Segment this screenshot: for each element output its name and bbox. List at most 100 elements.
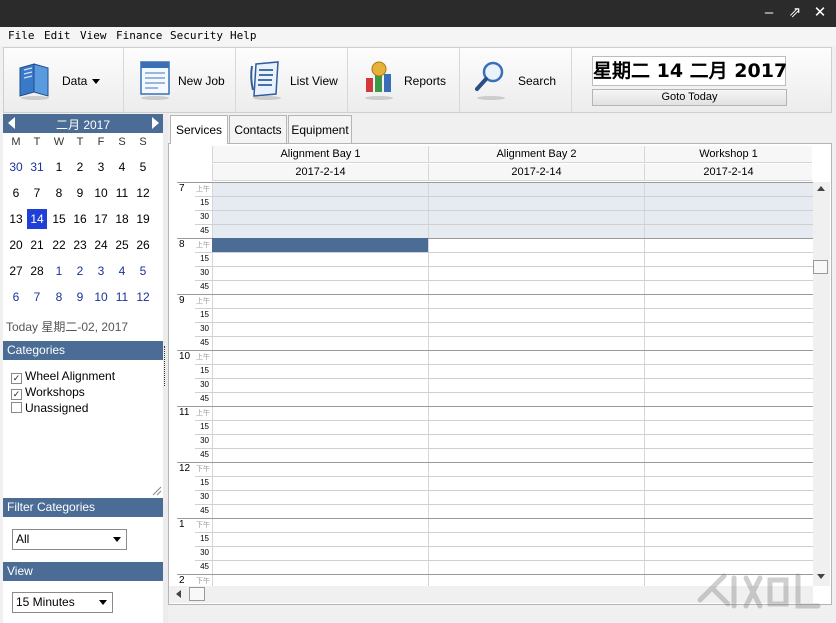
search-button[interactable]: Search bbox=[460, 48, 572, 112]
calendar-day[interactable]: 9 bbox=[70, 287, 90, 307]
resize-grip-icon[interactable] bbox=[152, 486, 162, 496]
calendar-day[interactable]: 3 bbox=[91, 157, 111, 177]
calendar-day[interactable]: 11 bbox=[112, 287, 132, 307]
menu-edit[interactable]: Edit bbox=[44, 29, 71, 42]
calendar-day[interactable]: 19 bbox=[133, 209, 153, 229]
appointment-block[interactable] bbox=[212, 238, 428, 252]
calendar-day[interactable]: 7 bbox=[27, 287, 47, 307]
minimize-icon[interactable]: ‒ bbox=[758, 2, 780, 24]
minute-label: 30 bbox=[200, 212, 209, 221]
minute-label: 30 bbox=[200, 492, 209, 501]
calendar-day[interactable]: 13 bbox=[6, 209, 26, 229]
scroll-left-icon[interactable] bbox=[176, 590, 181, 598]
schedule-column[interactable] bbox=[644, 182, 812, 586]
calendar-day[interactable]: 8 bbox=[49, 183, 69, 203]
maximize-icon[interactable]: ⇗ bbox=[784, 2, 806, 24]
calendar-day[interactable]: 3 bbox=[91, 261, 111, 281]
time-slot-line bbox=[195, 280, 813, 281]
calendar-day[interactable]: 8 bbox=[49, 287, 69, 307]
menu-file[interactable]: File bbox=[8, 29, 35, 42]
calendar-day[interactable]: 18 bbox=[112, 209, 132, 229]
calendar-day[interactable]: 30 bbox=[6, 157, 26, 177]
time-slot-line bbox=[177, 518, 813, 519]
calendar-day[interactable]: 24 bbox=[91, 235, 111, 255]
category-unassigned[interactable]: Unassigned bbox=[11, 401, 88, 415]
splitter-grip bbox=[164, 346, 166, 386]
scroll-up-icon[interactable] bbox=[817, 186, 825, 191]
hscroll-thumb[interactable] bbox=[189, 587, 205, 601]
calendar-day[interactable]: 1 bbox=[49, 157, 69, 177]
close-icon[interactable]: ✕ bbox=[809, 2, 831, 24]
menu-view[interactable]: View bbox=[80, 29, 107, 42]
schedule-column[interactable] bbox=[428, 182, 644, 586]
ampm-label: 上午 bbox=[196, 298, 210, 305]
calendar-day[interactable]: 20 bbox=[6, 235, 26, 255]
calendar-day[interactable]: 25 bbox=[112, 235, 132, 255]
resource-name-header[interactable]: Workshop 1 bbox=[644, 146, 812, 163]
calendar-day[interactable]: 10 bbox=[91, 183, 111, 203]
calendar-day[interactable]: 9 bbox=[70, 183, 90, 203]
checkbox[interactable]: ✓ bbox=[11, 389, 22, 400]
minute-label: 45 bbox=[200, 282, 209, 291]
minute-label: 30 bbox=[200, 324, 209, 333]
tab-contacts[interactable]: Contacts bbox=[229, 115, 287, 143]
menu-help[interactable]: Help bbox=[230, 29, 257, 42]
calendar-day[interactable]: 11 bbox=[112, 183, 132, 203]
calendar-day[interactable]: 2 bbox=[70, 157, 90, 177]
menu-security[interactable]: Security bbox=[170, 29, 223, 42]
calendar-day[interactable]: 27 bbox=[6, 261, 26, 281]
calendar-day[interactable]: 23 bbox=[70, 235, 90, 255]
calendar-day[interactable]: 1 bbox=[49, 261, 69, 281]
vertical-scrollbar[interactable] bbox=[813, 182, 830, 586]
calendar-day[interactable]: 10 bbox=[91, 287, 111, 307]
minute-label: 30 bbox=[200, 268, 209, 277]
checkbox[interactable]: ✓ bbox=[11, 373, 22, 384]
calendar-day[interactable]: 5 bbox=[133, 261, 153, 281]
category-workshops[interactable]: ✓ Workshops bbox=[11, 385, 85, 400]
calendar-day[interactable]: 17 bbox=[91, 209, 111, 229]
menu-finance[interactable]: Finance bbox=[116, 29, 162, 42]
next-month-icon[interactable] bbox=[152, 117, 159, 129]
calendar-day[interactable]: 31 bbox=[27, 157, 47, 177]
calendar-day[interactable]: 5 bbox=[133, 157, 153, 177]
calendar-day[interactable]: 12 bbox=[133, 183, 153, 203]
minute-label: 15 bbox=[200, 422, 209, 431]
data-button[interactable]: Data bbox=[4, 48, 124, 112]
calendar-day[interactable]: 6 bbox=[6, 183, 26, 203]
calendar-day[interactable]: 4 bbox=[112, 157, 132, 177]
calendar-day[interactable]: 7 bbox=[27, 183, 47, 203]
category-wheel-alignment[interactable]: ✓ Wheel Alignment bbox=[11, 369, 115, 384]
calendar-day[interactable]: 21 bbox=[27, 235, 47, 255]
scroll-thumb[interactable] bbox=[813, 260, 828, 274]
ampm-label: 上午 bbox=[196, 242, 210, 249]
view-interval-select[interactable]: 15 Minutes bbox=[12, 592, 113, 613]
calendar-day[interactable]: 4 bbox=[112, 261, 132, 281]
search-label: Search bbox=[518, 74, 557, 88]
resource-name-header[interactable]: Alignment Bay 2 bbox=[428, 146, 644, 163]
calendar-day[interactable]: 22 bbox=[49, 235, 69, 255]
calendar-day[interactable]: 12 bbox=[133, 287, 153, 307]
time-slot-line bbox=[195, 364, 813, 365]
tab-equipment[interactable]: Equipment bbox=[288, 115, 352, 143]
calendar-day[interactable]: 16 bbox=[70, 209, 90, 229]
new-job-button[interactable]: New Job bbox=[124, 48, 236, 112]
calendar-day[interactable]: 6 bbox=[6, 287, 26, 307]
resource-name-header[interactable]: Alignment Bay 1 bbox=[212, 146, 428, 163]
list-view-button[interactable]: List View bbox=[236, 48, 348, 112]
day-of-week-label: S bbox=[118, 136, 126, 148]
time-slot-line bbox=[195, 224, 813, 225]
calendar-day[interactable]: 26 bbox=[133, 235, 153, 255]
calendar-day[interactable]: 28 bbox=[27, 261, 47, 281]
calendar-day[interactable]: 15 bbox=[49, 209, 69, 229]
today-text[interactable]: Today 星期二-02, 2017 bbox=[6, 318, 128, 335]
reports-button[interactable]: Reports bbox=[348, 48, 460, 112]
calendar-day[interactable]: 2 bbox=[70, 261, 90, 281]
checkbox[interactable] bbox=[11, 402, 22, 413]
minute-label: 15 bbox=[200, 254, 209, 263]
filter-categories-select[interactable]: All bbox=[12, 529, 127, 550]
calendar-day-selected[interactable]: 14 bbox=[27, 209, 47, 229]
tab-services[interactable]: Services bbox=[170, 115, 228, 144]
time-slot-line bbox=[195, 266, 813, 267]
goto-today-button[interactable]: Goto Today bbox=[592, 89, 787, 106]
time-slot-line bbox=[195, 210, 813, 211]
